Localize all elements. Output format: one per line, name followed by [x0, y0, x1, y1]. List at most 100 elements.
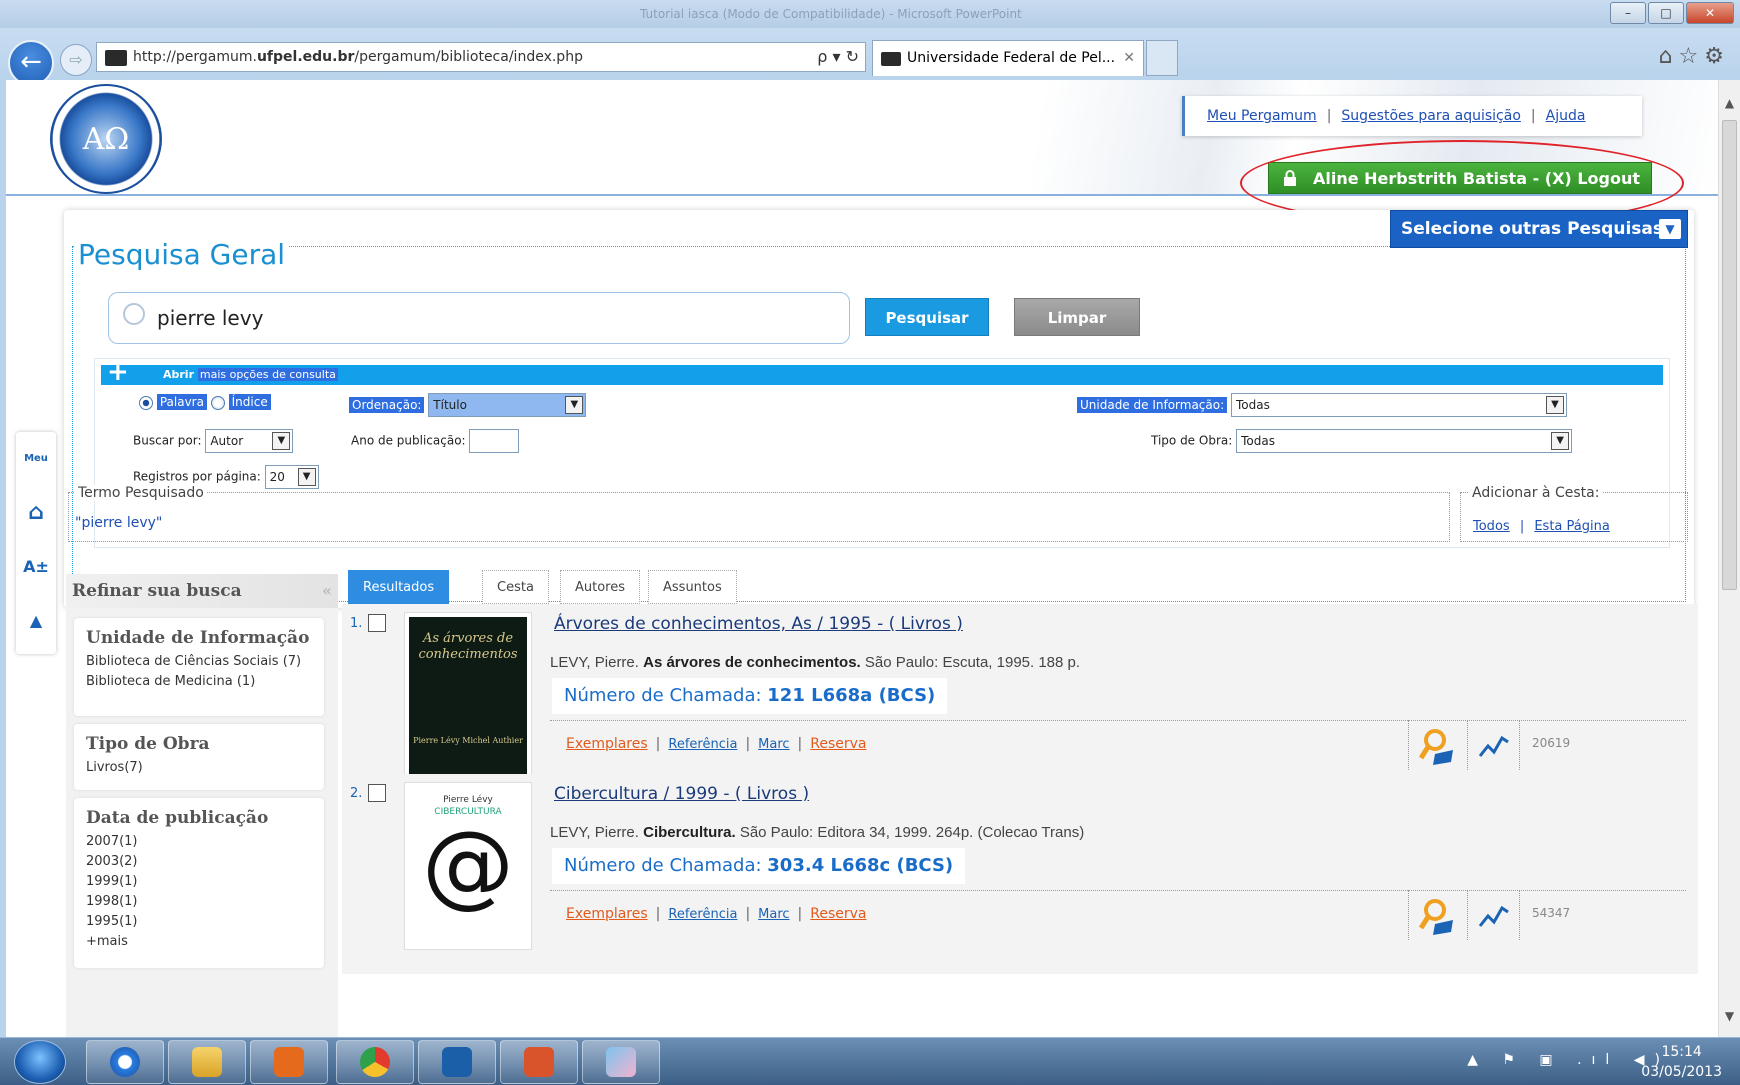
facet-item[interactable]: 1999(1) — [86, 872, 316, 892]
scroll-up-icon[interactable]: ▲ — [1722, 96, 1737, 110]
registros-select[interactable]: 20 ▼ — [264, 465, 319, 489]
ordenacao-select[interactable]: Título ▼ — [428, 393, 587, 417]
address-bar[interactable]: http://pergamum.ufpel.edu.br/pergamum/bi… — [96, 42, 866, 72]
title-bar: Tutorial iasca (Modo de Compatibilidade)… — [0, 0, 1740, 28]
options-prefix: Abrir — [163, 368, 195, 381]
refine-title: Refinar sua busca « — [66, 574, 338, 608]
options-bar[interactable]: + Abrir mais opções de consulta — [101, 359, 1663, 385]
record-author: LEVY, Pierre. — [550, 824, 639, 841]
record-code: 54347 — [1532, 906, 1571, 920]
tab-close-icon[interactable]: ✕ — [1123, 41, 1135, 75]
tab-assuntos[interactable]: Assuntos — [648, 570, 737, 604]
scroll-thumb[interactable] — [1722, 120, 1737, 590]
tab-resultados[interactable]: Resultados "7" — [348, 570, 450, 629]
exemplares-link[interactable]: Exemplares — [566, 736, 648, 752]
radio-indice[interactable] — [210, 395, 225, 410]
collapse-icon[interactable]: « — [322, 574, 332, 608]
exemplares-link[interactable]: Exemplares — [566, 906, 648, 922]
taskbar-chrome-icon[interactable] — [336, 1040, 414, 1084]
browser-toolbar-icons[interactable]: ⌂☆⚙ — [1659, 44, 1730, 69]
facet-item[interactable]: 1998(1) — [86, 892, 316, 912]
maximize-button[interactable]: □ — [1648, 2, 1684, 24]
referencia-link[interactable]: Referência — [668, 737, 737, 752]
marc-link[interactable]: Marc — [758, 907, 789, 922]
unidade-select[interactable]: Todas ▼ — [1230, 393, 1567, 417]
facet-item[interactable]: 2007(1) — [86, 832, 316, 852]
search-input[interactable]: pierre levy — [108, 292, 850, 344]
tab-autores[interactable]: Autores — [560, 570, 641, 604]
home-icon[interactable]: ⌂ — [16, 486, 56, 540]
book-cover[interactable]: As árvores de conhecimentos Pierre Lévy … — [404, 612, 532, 780]
chevron-down-icon: ▼ — [1659, 219, 1681, 239]
clock[interactable]: 15:14 03/05/2013 — [1641, 1042, 1722, 1082]
tab-cesta[interactable]: Cesta — [482, 570, 549, 604]
results-list: 1. As árvores de conhecimentos Pierre Lé… — [342, 604, 1698, 1037]
url-domain: ufpel.edu.br — [256, 49, 355, 65]
facet-item[interactable]: 2003(2) — [86, 852, 316, 872]
search-query: pierre levy — [157, 306, 264, 330]
taskbar-powerpoint-icon[interactable] — [500, 1040, 578, 1084]
address-tools[interactable]: ρ ▾ ↻ — [817, 43, 859, 71]
facet-more[interactable]: +mais — [86, 932, 316, 952]
separator: | — [745, 736, 751, 752]
browser-tab[interactable]: Universidade Federal de Pel... ✕ — [872, 40, 1144, 76]
other-searches-dropdown[interactable]: Selecione outras Pesquisas ▼ — [1390, 210, 1688, 248]
facet-item[interactable]: 1995(1) — [86, 912, 316, 932]
clock-time: 15:14 — [1661, 1044, 1702, 1060]
link-sugestoes[interactable]: Sugestões para aquisição — [1341, 108, 1520, 124]
scroll-down-icon[interactable]: ▼ — [1722, 1009, 1737, 1023]
font-size-icon[interactable]: A± — [16, 540, 56, 594]
radio-palavra[interactable] — [139, 395, 153, 410]
forward-arrow-icon[interactable]: ⇨ — [60, 44, 92, 76]
search-location-icon[interactable] — [1408, 720, 1468, 770]
system-tray[interactable]: ▲ ⚑ ▣ .ıl ◀) — [1467, 1052, 1670, 1068]
call-number: Número de Chamada: 121 L668a (BCS) — [552, 678, 948, 714]
ano-input[interactable] — [469, 429, 520, 453]
facet-unidade-title: Unidade de Informação — [86, 628, 310, 648]
facet-item[interactable]: Biblioteca de Ciências Sociais (7) — [86, 652, 316, 672]
scroll-top-icon[interactable]: ▲ — [16, 594, 56, 648]
record-title[interactable]: Árvores de conhecimentos, As / 1995 - ( … — [554, 614, 963, 634]
search-button[interactable]: Pesquisar — [865, 298, 989, 336]
close-window-button[interactable]: ✕ — [1686, 2, 1734, 24]
marc-link[interactable]: Marc — [758, 737, 789, 752]
reserva-link[interactable]: Reserva — [810, 736, 866, 752]
separator: | — [745, 906, 751, 922]
basket-all-link[interactable]: Todos — [1473, 519, 1510, 534]
clear-button[interactable]: Limpar — [1014, 298, 1140, 336]
record-description: LEVY, Pierre. As árvores de conhecimento… — [550, 654, 1080, 671]
facet-item[interactable]: Biblioteca de Medicina (1) — [86, 672, 316, 692]
page-scrollbar[interactable]: ▲ ▼ — [1718, 80, 1740, 1037]
chart-line-icon[interactable] — [1468, 890, 1520, 940]
record-work: Cibercultura. — [643, 824, 736, 841]
taskbar-media-icon[interactable] — [250, 1040, 328, 1084]
link-ajuda[interactable]: Ajuda — [1546, 108, 1586, 124]
taskbar-paint-icon[interactable] — [582, 1040, 660, 1084]
meu-pergamum-icon[interactable]: Meu — [16, 432, 56, 486]
search-term-value: "pierre levy" — [75, 515, 163, 531]
taskbar-explorer-icon[interactable] — [168, 1040, 246, 1084]
chart-line-icon[interactable] — [1468, 720, 1520, 770]
more-options-link[interactable]: mais opções de consulta — [197, 368, 338, 381]
search-location-icon[interactable] — [1408, 890, 1468, 940]
book-cover[interactable]: Pierre Lévy CIBERCULTURA @ — [404, 782, 532, 950]
chevron-down-icon: ▼ — [1545, 396, 1564, 414]
record-checkbox[interactable] — [368, 784, 386, 802]
basket-page-link[interactable]: Esta Página — [1534, 519, 1609, 534]
facet-item[interactable]: Livros(7) — [86, 758, 316, 778]
tipo-select[interactable]: Todas ▼ — [1236, 429, 1573, 453]
reserva-link[interactable]: Reserva — [810, 906, 866, 922]
taskbar-app-icon[interactable] — [418, 1040, 496, 1084]
record-title[interactable]: Cibercultura / 1999 - ( Livros ) — [554, 784, 809, 804]
taskbar-ie-icon[interactable] — [86, 1040, 164, 1084]
buscar-select[interactable]: Autor ▼ — [205, 429, 294, 453]
tab-favicon-icon — [881, 52, 901, 66]
link-meu-pergamum[interactable]: Meu Pergamum — [1207, 108, 1317, 124]
new-tab-button[interactable] — [1146, 40, 1178, 76]
referencia-link[interactable]: Referência — [668, 907, 737, 922]
call-number-label: Número de Chamada: — [564, 685, 762, 706]
minimize-button[interactable]: – — [1610, 2, 1646, 24]
record-checkbox[interactable] — [368, 614, 386, 632]
university-logo[interactable]: ΑΩ — [50, 84, 162, 194]
start-button[interactable] — [14, 1040, 66, 1084]
